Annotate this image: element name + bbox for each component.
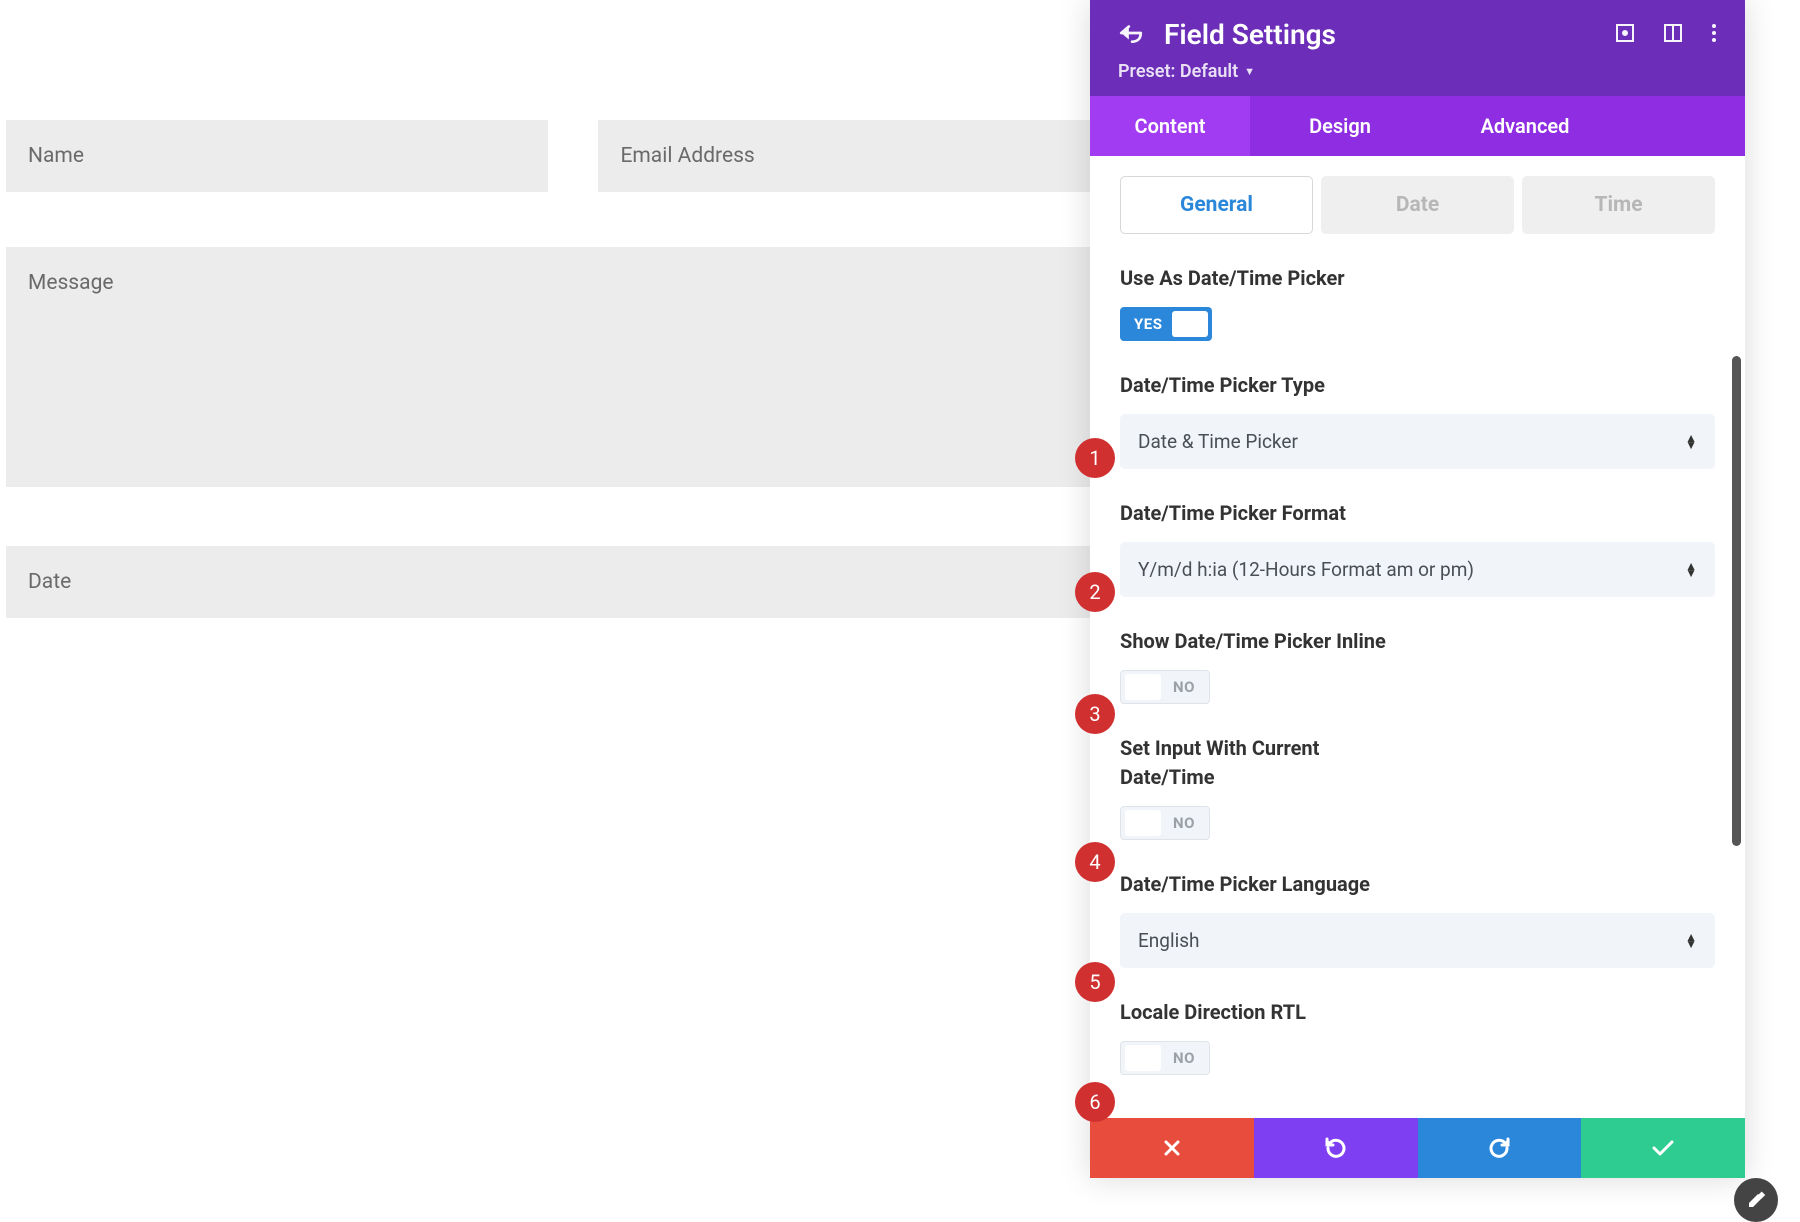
sub-tabs: General Date Time [1120,176,1715,234]
name-field[interactable] [6,120,548,192]
cancel-button[interactable] [1090,1118,1254,1178]
setting-label: Show Date/Time Picker Inline [1120,627,1715,656]
panel-footer [1090,1118,1745,1178]
toggle-set-current[interactable]: NO [1120,806,1210,840]
tab-content[interactable]: Content [1090,96,1250,156]
setting-language: Date/Time Picker Language English ▲▼ [1120,870,1715,968]
annotation-badge-6: 6 [1075,1082,1115,1122]
annotation-badge-2: 2 [1075,572,1115,612]
floating-action-button[interactable] [1734,1178,1778,1222]
caret-down-icon: ▼ [1244,65,1255,78]
toggle-value: NO [1173,814,1195,832]
toggle-show-inline[interactable]: NO [1120,670,1210,704]
sub-tab-general[interactable]: General [1120,176,1313,234]
back-icon[interactable] [1118,22,1144,48]
redo-button[interactable] [1418,1118,1582,1178]
select-picker-format[interactable]: Y/m/d h:ia (12-Hours Format am or pm) ▲▼ [1120,542,1715,597]
annotation-badge-1: 1 [1075,438,1115,478]
setting-show-inline: Show Date/Time Picker Inline NO [1120,627,1715,704]
setting-label: Locale Direction RTL [1120,998,1715,1027]
sub-tab-time[interactable]: Time [1522,176,1715,234]
setting-label: Date/Time Picker Type [1120,371,1715,400]
select-arrows-icon: ▲▼ [1685,435,1697,448]
toggle-value: NO [1173,678,1195,696]
tab-advanced[interactable]: Advanced [1430,96,1620,156]
toggle-locale-rtl[interactable]: NO [1120,1041,1210,1075]
preset-selector[interactable]: Preset: Default ▼ [1118,61,1717,82]
toggle-knob [1125,1045,1161,1071]
sub-tab-date[interactable]: Date [1321,176,1514,234]
setting-set-current: Set Input With Current Date/Time NO [1120,734,1715,840]
save-button[interactable] [1581,1118,1745,1178]
select-value: Y/m/d h:ia (12-Hours Format am or pm) [1138,558,1474,581]
toggle-use-as-picker[interactable]: YES [1120,307,1212,341]
toggle-knob [1172,311,1208,337]
toggle-value: YES [1134,315,1162,333]
panel-body: General Date Time Use As Date/Time Picke… [1090,156,1745,1118]
tab-design[interactable]: Design [1250,96,1430,156]
select-arrows-icon: ▲▼ [1685,934,1697,947]
undo-button[interactable] [1254,1118,1418,1178]
columns-icon[interactable] [1663,23,1683,47]
setting-picker-type: Date/Time Picker Type Date & Time Picker… [1120,371,1715,469]
select-value: Date & Time Picker [1138,430,1298,453]
setting-label: Date/Time Picker Language [1120,870,1715,899]
contact-form [6,120,1106,673]
toggle-value: NO [1173,1049,1195,1067]
setting-label: Use As Date/Time Picker [1120,264,1715,293]
select-value: English [1138,929,1199,952]
annotation-badge-5: 5 [1075,962,1115,1002]
message-field[interactable] [6,247,1106,487]
date-field[interactable] [6,546,1106,618]
annotation-badge-3: 3 [1075,694,1115,734]
field-settings-panel: Field Settings Preset: Default ▼ Content… [1090,0,1745,1178]
email-field[interactable] [598,120,1106,192]
preset-label: Preset: Default [1118,61,1238,82]
setting-use-as-picker: Use As Date/Time Picker YES [1120,264,1715,341]
toggle-knob [1125,674,1161,700]
select-arrows-icon: ▲▼ [1685,563,1697,576]
setting-label: Date/Time Picker Format [1120,499,1715,528]
select-picker-type[interactable]: Date & Time Picker ▲▼ [1120,414,1715,469]
panel-header: Field Settings Preset: Default ▼ [1090,0,1745,96]
expand-icon[interactable] [1615,23,1635,47]
setting-label: Set Input With Current Date/Time [1120,734,1380,792]
setting-locale-rtl: Locale Direction RTL NO [1120,998,1715,1075]
panel-title: Field Settings [1164,18,1595,51]
toggle-knob [1125,810,1161,836]
annotation-badge-4: 4 [1075,842,1115,882]
more-icon[interactable] [1711,23,1717,47]
scrollbar[interactable] [1732,356,1741,846]
select-language[interactable]: English ▲▼ [1120,913,1715,968]
setting-picker-format: Date/Time Picker Format Y/m/d h:ia (12-H… [1120,499,1715,597]
main-tabs: Content Design Advanced [1090,96,1745,156]
